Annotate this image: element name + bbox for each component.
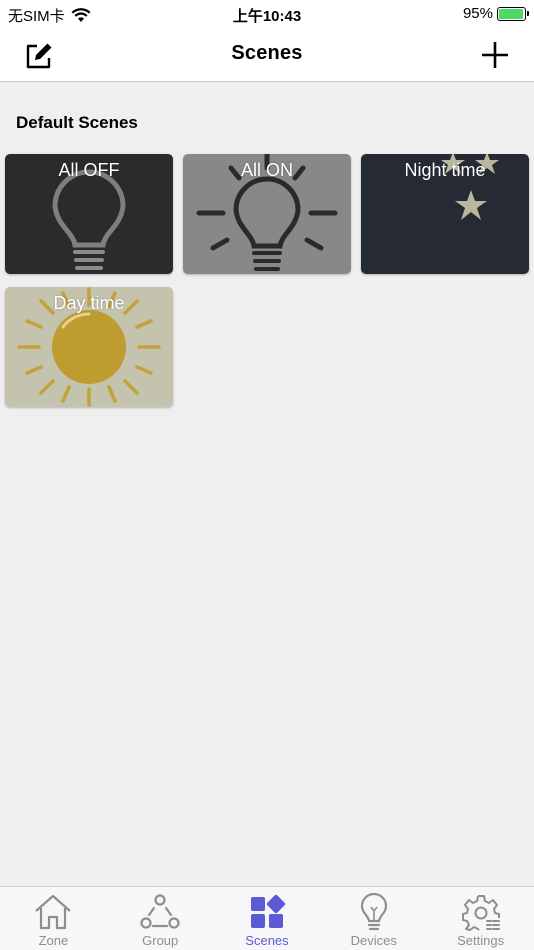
- page-title: Scenes: [231, 42, 303, 64]
- plus-icon[interactable]: [478, 38, 512, 72]
- battery-icon: [497, 6, 529, 21]
- scene-card-day-time[interactable]: Day time: [5, 287, 173, 407]
- tab-zone[interactable]: Zone: [0, 887, 107, 950]
- home-icon: [35, 894, 72, 930]
- scene-card-all-off[interactable]: All OFF: [5, 154, 173, 274]
- scene-card-night-time[interactable]: Night time: [361, 154, 529, 274]
- tab-group[interactable]: Group: [107, 887, 214, 950]
- tab-settings[interactable]: Settings: [427, 887, 534, 950]
- status-right: 95%: [462, 5, 529, 22]
- tab-label: Settings: [457, 933, 505, 948]
- tab-bar: Zone Group Scenes Devices Settings: [0, 886, 534, 950]
- status-bar: 无SIM卡 上午10:43 95%: [0, 0, 534, 30]
- status-time: 上午10:43: [232, 8, 302, 25]
- section-title: Default Scenes: [16, 113, 138, 132]
- scenes-icon: [250, 894, 286, 928]
- settings-icon: [461, 895, 500, 931]
- scene-card-all-on[interactable]: All ON: [183, 154, 351, 274]
- scene-label: All OFF: [58, 160, 120, 180]
- tab-label: Group: [142, 933, 179, 948]
- battery-percent: 95%: [462, 5, 493, 22]
- tab-devices[interactable]: Devices: [320, 887, 427, 950]
- scene-label: Day time: [53, 293, 125, 313]
- tab-label: Zone: [38, 933, 69, 948]
- tab-label: Scenes: [245, 933, 289, 948]
- battery-fill: [499, 8, 523, 19]
- navigation-bar: Scenes: [0, 30, 534, 82]
- bulb-icon: [360, 893, 387, 931]
- group-icon: [140, 894, 180, 929]
- scene-label: Night time: [404, 160, 486, 180]
- tab-scenes[interactable]: Scenes: [214, 887, 321, 950]
- scene-label: All ON: [240, 160, 293, 180]
- tab-label: Devices: [350, 933, 397, 948]
